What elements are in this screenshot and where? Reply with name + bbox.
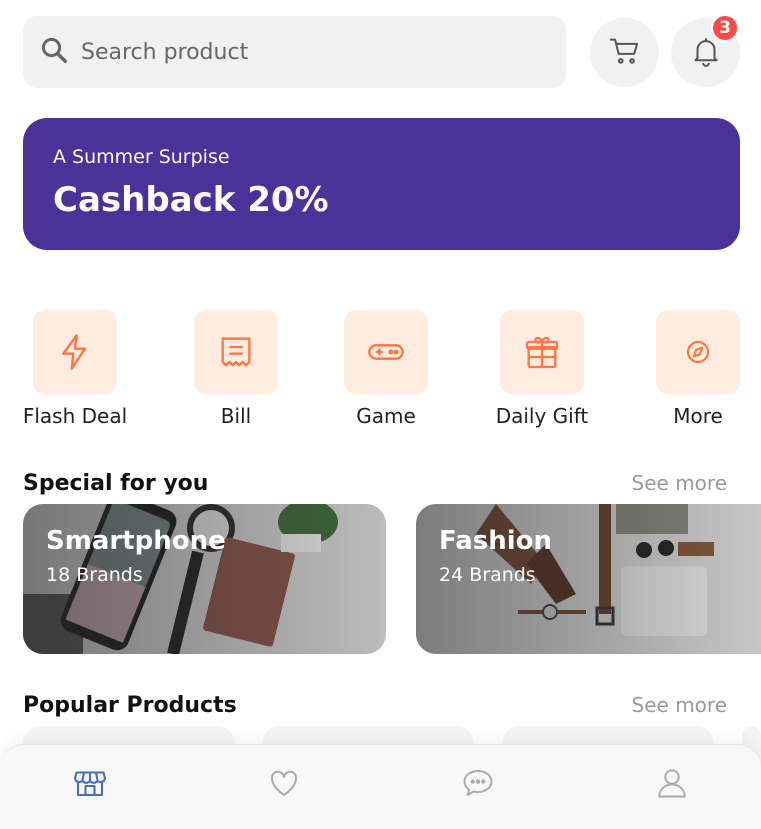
search-icon	[39, 35, 69, 69]
gamepad-icon	[344, 310, 428, 394]
category-label: Flash Deal	[22, 404, 128, 428]
nav-favorites[interactable]	[264, 765, 304, 805]
special-card-fashion[interactable]: Fashion 24 Brands	[416, 504, 761, 654]
nav-profile[interactable]	[652, 765, 692, 805]
heart-icon	[266, 765, 302, 805]
category-more[interactable]: More	[628, 310, 761, 428]
flash-icon	[33, 310, 117, 394]
chat-icon	[460, 765, 496, 805]
category-label: Daily Gift	[495, 404, 589, 428]
search-bar[interactable]	[23, 16, 566, 88]
special-see-more-link[interactable]: See more	[632, 471, 727, 495]
nav-shop[interactable]	[70, 765, 110, 805]
bill-icon	[194, 310, 278, 394]
card-title: Smartphone	[46, 526, 226, 556]
category-label: Bill	[220, 404, 252, 428]
cart-button[interactable]	[590, 18, 659, 87]
notification-badge: 3	[711, 14, 739, 42]
banner-headline: Cashback 20%	[53, 180, 329, 220]
category-daily-gift[interactable]: Daily Gift	[472, 310, 612, 428]
card-count: 24 Brands	[439, 564, 536, 586]
promo-banner[interactable]: A Summer Surpise Cashback 20%	[23, 118, 740, 250]
category-label: Game	[356, 404, 416, 428]
banner-subtitle: A Summer Surpise	[53, 146, 230, 168]
category-game[interactable]: Game	[316, 310, 456, 428]
shop-icon	[72, 765, 108, 805]
special-card-smartphone[interactable]: Smartphone 18 Brands	[23, 504, 386, 654]
popular-section-title: Popular Products	[23, 693, 237, 718]
gift-icon	[500, 310, 584, 394]
user-icon	[654, 765, 690, 805]
category-bill[interactable]: Bill	[166, 310, 306, 428]
category-flash-deal[interactable]: Flash Deal	[5, 310, 145, 428]
search-input[interactable]	[81, 39, 521, 65]
discover-icon	[656, 310, 740, 394]
bottom-navigation	[0, 744, 761, 829]
card-count: 18 Brands	[46, 564, 143, 586]
special-section-title: Special for you	[23, 471, 209, 496]
nav-chat[interactable]	[458, 765, 498, 805]
category-label: More	[673, 404, 723, 428]
popular-see-more-link[interactable]: See more	[632, 693, 727, 717]
card-title: Fashion	[439, 526, 553, 556]
cart-icon	[608, 34, 642, 72]
